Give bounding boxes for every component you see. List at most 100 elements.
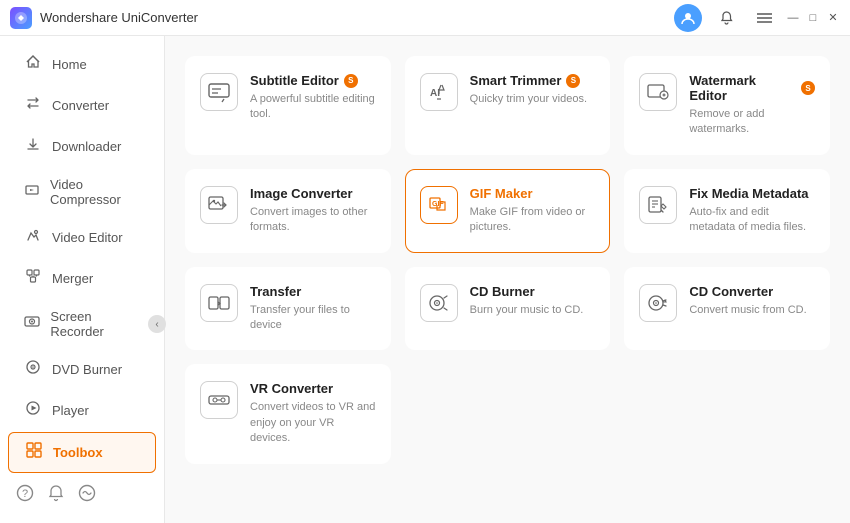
smart-trimmer-badge: S	[566, 74, 580, 88]
downloader-icon	[24, 136, 42, 157]
video-compressor-icon	[24, 182, 40, 203]
sidebar-item-label: DVD Burner	[52, 362, 122, 377]
video-editor-icon	[24, 227, 42, 248]
tool-card-cd-burner[interactable]: CD Burner Burn your music to CD.	[405, 267, 611, 351]
smart-trimmer-icon: AI	[420, 73, 458, 111]
sidebar-item-dvd-burner[interactable]: DVD Burner	[8, 350, 156, 389]
minimize-button[interactable]: —	[786, 11, 800, 25]
fix-media-metadata-title: Fix Media Metadata	[689, 186, 808, 201]
sidebar-collapse-button[interactable]: ‹	[148, 315, 166, 333]
sidebar-item-label: Merger	[52, 271, 93, 286]
tool-card-smart-trimmer[interactable]: AI Smart Trimmer S Quicky trim your vide…	[405, 56, 611, 155]
cd-burner-info: CD Burner Burn your music to CD.	[470, 284, 596, 318]
gif-maker-desc: Make GIF from video or pictures.	[470, 205, 596, 236]
watermark-editor-desc: Remove or add watermarks.	[689, 107, 815, 138]
titlebar-action-icons	[674, 4, 778, 32]
gif-maker-icon: GIF	[420, 186, 458, 224]
screen-recorder-icon	[24, 314, 40, 335]
subtitle-editor-icon	[200, 73, 238, 111]
watermark-editor-icon	[639, 73, 677, 111]
sidebar-item-label: Converter	[52, 98, 109, 113]
sidebar-item-converter[interactable]: Converter	[8, 86, 156, 125]
image-converter-info: Image Converter Convert images to other …	[250, 186, 376, 236]
tool-card-transfer[interactable]: Transfer Transfer your files to device	[185, 267, 391, 351]
app-logo	[10, 7, 32, 29]
toolbox-icon	[25, 442, 43, 463]
sidebar-item-label: Downloader	[52, 139, 121, 154]
vr-converter-icon	[200, 381, 238, 419]
tool-card-watermark-editor[interactable]: Watermark Editor S Remove or add waterma…	[624, 56, 830, 155]
maximize-button[interactable]: □	[806, 11, 820, 25]
fix-media-metadata-desc: Auto-fix and edit metadata of media file…	[689, 205, 815, 236]
tool-card-fix-media-metadata[interactable]: Fix Media Metadata Auto-fix and edit met…	[624, 169, 830, 253]
tool-card-subtitle-editor[interactable]: Subtitle Editor S A powerful subtitle ed…	[185, 56, 391, 155]
watermark-editor-badge: S	[801, 81, 815, 95]
close-button[interactable]: ✕	[826, 11, 840, 25]
feedback-icon[interactable]	[78, 484, 96, 507]
fix-media-metadata-icon	[639, 186, 677, 224]
tools-grid: Subtitle Editor S A powerful subtitle ed…	[185, 56, 830, 464]
vr-converter-desc: Convert videos to VR and enjoy on your V…	[250, 400, 376, 446]
fix-media-metadata-info: Fix Media Metadata Auto-fix and edit met…	[689, 186, 815, 236]
subtitle-editor-title: Subtitle Editor	[250, 73, 339, 88]
sidebar-item-merger[interactable]: Merger	[8, 259, 156, 298]
transfer-icon	[200, 284, 238, 322]
content-area: Subtitle Editor S A powerful subtitle ed…	[165, 36, 850, 523]
notification-icon[interactable]	[48, 484, 64, 507]
sidebar-item-screen-recorder[interactable]: Screen Recorder ‹	[8, 300, 156, 348]
home-icon	[24, 54, 42, 75]
tool-card-cd-converter[interactable]: CD Converter Convert music from CD.	[624, 267, 830, 351]
sidebar-item-label: Video Compressor	[50, 177, 140, 207]
main-layout: Home Converter Downloader	[0, 36, 850, 523]
user-icon[interactable]	[674, 4, 702, 32]
sidebar-item-label: Player	[52, 403, 89, 418]
window-controls: — □ ✕	[786, 11, 840, 25]
sidebar-item-home[interactable]: Home	[8, 45, 156, 84]
subtitle-editor-badge: S	[344, 74, 358, 88]
sidebar-item-label: Screen Recorder	[50, 309, 140, 339]
sidebar-item-player[interactable]: Player	[8, 391, 156, 430]
titlebar: Wondershare UniConverter — □ ✕	[0, 0, 850, 36]
transfer-info: Transfer Transfer your files to device	[250, 284, 376, 334]
sidebar: Home Converter Downloader	[0, 36, 165, 523]
sidebar-item-downloader[interactable]: Downloader	[8, 127, 156, 166]
sidebar-item-video-compressor[interactable]: Video Compressor	[8, 168, 156, 216]
tool-card-gif-maker[interactable]: GIF GIF Maker Make GIF from video or pic…	[405, 169, 611, 253]
smart-trimmer-desc: Quicky trim your videos.	[470, 92, 596, 107]
app-title: Wondershare UniConverter	[40, 10, 674, 25]
subtitle-editor-info: Subtitle Editor S A powerful subtitle ed…	[250, 73, 376, 123]
image-converter-icon	[200, 186, 238, 224]
watermark-editor-title: Watermark Editor	[689, 73, 796, 103]
bell-icon[interactable]	[712, 4, 740, 32]
tool-card-image-converter[interactable]: Image Converter Convert images to other …	[185, 169, 391, 253]
smart-trimmer-title: Smart Trimmer	[470, 73, 562, 88]
smart-trimmer-info: Smart Trimmer S Quicky trim your videos.	[470, 73, 596, 107]
converter-icon	[24, 95, 42, 116]
sidebar-item-toolbox[interactable]: Toolbox	[8, 432, 156, 473]
watermark-editor-info: Watermark Editor S Remove or add waterma…	[689, 73, 815, 138]
cd-converter-title: CD Converter	[689, 284, 773, 299]
vr-converter-title: VR Converter	[250, 381, 333, 396]
gif-maker-info: GIF Maker Make GIF from video or picture…	[470, 186, 596, 236]
dvd-burner-icon	[24, 359, 42, 380]
image-converter-desc: Convert images to other formats.	[250, 205, 376, 236]
transfer-desc: Transfer your files to device	[250, 303, 376, 334]
sidebar-item-label: Toolbox	[53, 445, 103, 460]
help-icon[interactable]: ?	[16, 484, 34, 507]
player-icon	[24, 400, 42, 421]
cd-converter-info: CD Converter Convert music from CD.	[689, 284, 815, 318]
cd-burner-icon	[420, 284, 458, 322]
cd-burner-title: CD Burner	[470, 284, 535, 299]
merger-icon	[24, 268, 42, 289]
sidebar-item-video-editor[interactable]: Video Editor	[8, 218, 156, 257]
transfer-title: Transfer	[250, 284, 301, 299]
subtitle-editor-desc: A powerful subtitle editing tool.	[250, 92, 376, 123]
vr-converter-info: VR Converter Convert videos to VR and en…	[250, 381, 376, 446]
svg-text:?: ?	[22, 488, 28, 500]
menu-icon[interactable]	[750, 4, 778, 32]
sidebar-item-label: Video Editor	[52, 230, 123, 245]
image-converter-title: Image Converter	[250, 186, 353, 201]
tool-card-vr-converter[interactable]: VR Converter Convert videos to VR and en…	[185, 364, 391, 463]
cd-converter-desc: Convert music from CD.	[689, 303, 815, 318]
sidebar-item-label: Home	[52, 57, 87, 72]
